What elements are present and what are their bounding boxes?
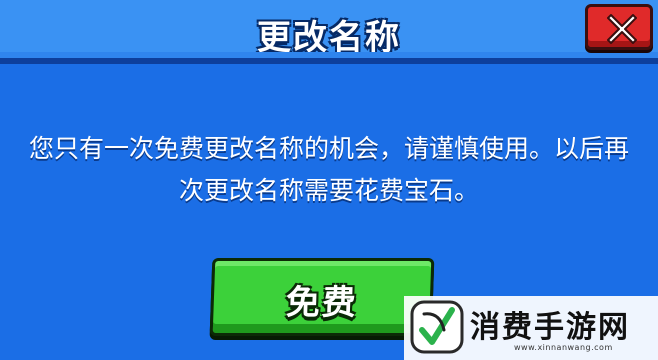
dialog-message: 您只有一次免费更改名称的机会，请谨慎使用。以后再 次更改名称需要花费宝石。 <box>18 128 640 212</box>
dialog-title-bar: 更改名称 <box>0 0 658 64</box>
close-x-icon <box>607 14 637 44</box>
watermark-text: 消费手游网 <box>470 310 630 345</box>
dialog-title: 更改名称 <box>257 18 401 58</box>
dialog-message-line-2: 次更改名称需要花费宝石。 <box>178 176 479 205</box>
free-rename-button[interactable]: 免费 <box>209 258 435 336</box>
close-button[interactable] <box>585 4 653 50</box>
free-rename-button-label: 免费 <box>285 283 359 323</box>
rename-dialog: 更改名称 您只有一次免费更改名称的机会，请谨慎使用。以后再 次更改名称需要花费宝… <box>0 0 658 360</box>
leaf-check-icon <box>410 300 464 354</box>
watermark-url: www.xinnanwang.com <box>514 343 613 352</box>
site-watermark: 消费手游网 www.xinnanwang.com <box>404 296 658 360</box>
dialog-message-line-1: 您只有一次免费更改名称的机会，请谨慎使用。以后再 <box>28 134 629 163</box>
